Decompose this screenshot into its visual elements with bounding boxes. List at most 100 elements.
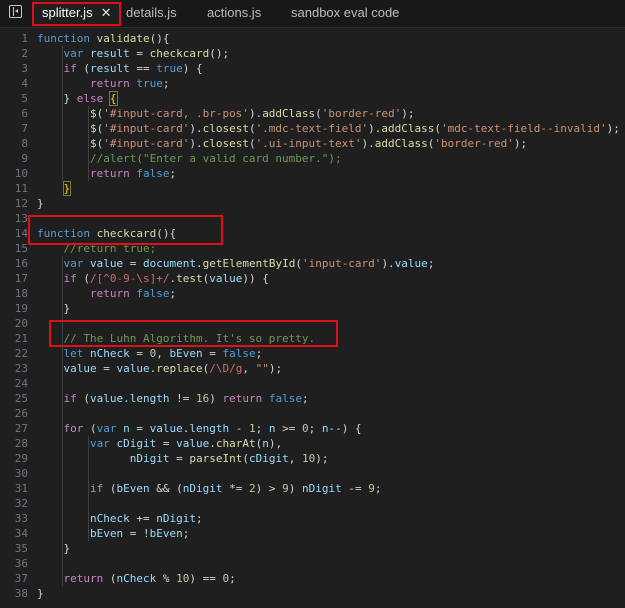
code-line[interactable]: 1 function validate(){	[0, 31, 625, 46]
line-number: 5	[21, 92, 28, 105]
code-token: ();	[209, 47, 230, 60]
code-line[interactable]: 19 }	[0, 301, 625, 316]
code-token: true	[136, 77, 163, 90]
code-text: let nCheck = 0, bEven = false;	[37, 346, 263, 361]
code-line[interactable]: 34 bEven = !bEven;	[0, 526, 625, 541]
code-token: .	[195, 257, 203, 270]
code-line[interactable]: 29 nDigit = parseInt(cDigit, 10);	[0, 451, 625, 466]
code-line[interactable]: 8 $('#input-card').closest('.ui-input-te…	[0, 136, 625, 151]
code-token: ;	[255, 347, 263, 360]
code-line[interactable]: 20	[0, 316, 625, 331]
code-line[interactable]: 36	[0, 556, 625, 571]
code-line[interactable]: 11 }	[0, 181, 625, 196]
code-token: nDigit	[182, 482, 223, 495]
code-line[interactable]: 33 nCheck += nDigit;	[0, 511, 625, 526]
code-token: n	[123, 422, 130, 435]
code-text: }	[37, 196, 44, 211]
code-line[interactable]: 24	[0, 376, 625, 391]
code-editor[interactable]: 1 function validate(){2 var result = chec…	[0, 28, 625, 608]
code-line[interactable]: 9 //alert("Enter a valid card number.");	[0, 151, 625, 166]
code-token: replace	[156, 362, 203, 375]
code-token: (	[248, 122, 256, 135]
code-line[interactable]: 28 var cDigit = value.charAt(n),	[0, 436, 625, 451]
code-line[interactable]: 10 return false;	[0, 166, 625, 181]
code-text: if (result == true) {	[37, 61, 203, 76]
code-line[interactable]: 38}	[0, 586, 625, 601]
code-token: =	[156, 437, 177, 450]
code-line[interactable]: 5 } else {	[0, 91, 625, 106]
code-line[interactable]: 35 }	[0, 541, 625, 556]
code-text: }	[37, 301, 70, 316]
code-line[interactable]: 31 if (bEven && (nDigit *= 2) > 9) nDigi…	[0, 481, 625, 496]
code-line[interactable]: 22 let nCheck = 0, bEven = false;	[0, 346, 625, 361]
code-token: }	[37, 197, 44, 210]
code-token: (	[103, 482, 117, 495]
tab-details-js[interactable]: details.js	[126, 0, 177, 27]
code-line[interactable]: 6 $('#input-card, .br-pos').addClass('bo…	[0, 106, 625, 121]
code-line[interactable]: 2 var result = checkcard();	[0, 46, 625, 61]
code-token: ;	[182, 527, 190, 540]
line-number: 25	[14, 392, 28, 405]
tab-actions-js[interactable]: actions.js	[207, 0, 261, 27]
code-token: false	[136, 287, 170, 300]
code-token: .	[123, 392, 130, 405]
tab-sandbox-eval-code[interactable]: sandbox eval code	[291, 0, 399, 27]
code-token: var	[96, 422, 117, 435]
code-token: ;	[229, 572, 236, 585]
code-token: ) {	[182, 62, 203, 75]
code-line[interactable]: 16 var value = document.getElementById('…	[0, 256, 625, 271]
tab-label: details.js	[126, 5, 177, 20]
code-line[interactable]: 26	[0, 406, 625, 421]
code-line[interactable]: 18 return false;	[0, 286, 625, 301]
code-token: (	[315, 107, 322, 120]
code-line[interactable]: 13	[0, 211, 625, 226]
code-text: function validate(){	[37, 31, 169, 46]
code-line[interactable]: 27 for (var n = value.length - 1; n >= 0…	[0, 421, 625, 436]
code-line[interactable]: 4 return true;	[0, 76, 625, 91]
code-token: value	[90, 257, 124, 270]
code-line[interactable]: 37 return (nCheck % 10) == 0;	[0, 571, 625, 586]
code-line[interactable]: 7 $('#input-card').closest('.mdc-text-fi…	[0, 121, 625, 136]
code-token: /[^0-9-\s]+/	[90, 272, 170, 285]
code-token: =	[129, 347, 150, 360]
code-token: document	[143, 257, 196, 270]
code-token: value	[209, 272, 243, 285]
tab-splitter-js[interactable]: splitter.js ✕	[33, 0, 119, 27]
code-text: //alert("Enter a valid card number.");	[37, 151, 342, 166]
line-number: 1	[21, 32, 28, 45]
toggle-sidebar-icon[interactable]	[9, 5, 22, 18]
code-line[interactable]: 21 // The Luhn Algorithm. It's so pretty…	[0, 331, 625, 346]
code-line[interactable]: 15 //return true;	[0, 241, 625, 256]
code-token: }	[62, 181, 72, 196]
code-line[interactable]: 14 function checkcard(){	[0, 226, 625, 241]
line-number: 29	[14, 452, 28, 465]
line-number: 20	[14, 317, 28, 330]
code-token: (	[248, 137, 256, 150]
code-line[interactable]: 23 value = value.replace(/\D/g, "");	[0, 361, 625, 376]
code-token: function	[37, 227, 90, 240]
code-line[interactable]: 17 if (/[^0-9-\s]+/.test(value)) {	[0, 271, 625, 286]
code-token: length	[189, 422, 230, 435]
code-line[interactable]: 30	[0, 466, 625, 481]
code-token: (	[83, 422, 97, 435]
code-token: closest	[202, 122, 249, 135]
close-icon[interactable]: ✕	[101, 5, 112, 20]
code-token: -	[229, 422, 249, 435]
code-line[interactable]: 25 if (value.length != 16) return false;	[0, 391, 625, 406]
line-number: 16	[14, 257, 28, 270]
line-number: 23	[14, 362, 28, 375]
code-text: nDigit = parseInt(cDigit, 10);	[37, 451, 329, 466]
line-number: 2	[21, 47, 28, 60]
code-token: =	[123, 257, 143, 270]
code-line[interactable]: 12}	[0, 196, 625, 211]
code-token: // The Luhn Algorithm. It's so pretty.	[63, 332, 316, 345]
code-line[interactable]: 32	[0, 496, 625, 511]
code-token: +=	[129, 512, 157, 525]
code-line[interactable]: 3 if (result == true) {	[0, 61, 625, 76]
